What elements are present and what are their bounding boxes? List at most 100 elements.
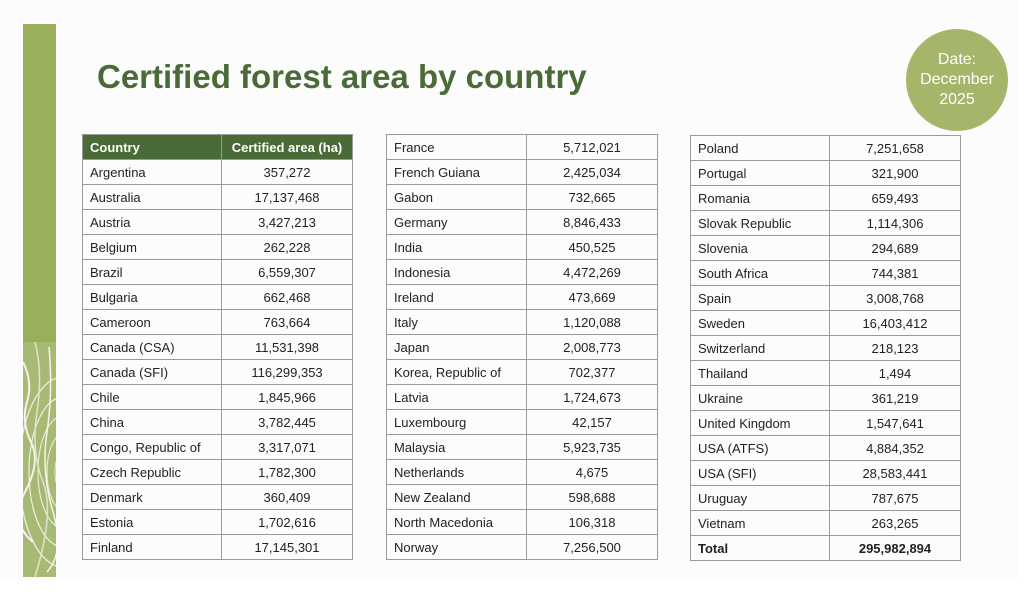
area-cell: 262,228 (221, 234, 353, 260)
area-cell: 357,272 (221, 159, 353, 185)
table-row: Ukraine 361,219 (690, 385, 961, 411)
country-cell: Vietnam (690, 510, 830, 536)
table-row: Latvia 1,724,673 (386, 384, 658, 410)
table-row: Argentina 357,272 (82, 159, 353, 185)
table-row: Luxembourg 42,157 (386, 409, 658, 435)
country-cell: Thailand (690, 360, 830, 386)
country-cell: Denmark (82, 484, 222, 510)
country-cell: Argentina (82, 159, 222, 185)
country-cell: South Africa (690, 260, 830, 286)
country-cell: Poland (690, 135, 830, 161)
area-cell: 6,559,307 (221, 259, 353, 285)
table-row: Austria 3,427,213 (82, 209, 353, 235)
table-row: Czech Republic 1,782,300 (82, 459, 353, 485)
wood-rings-icon (23, 342, 56, 577)
table-row: Slovenia 294,689 (690, 235, 961, 261)
table-row: China 3,782,445 (82, 409, 353, 435)
area-cell: 42,157 (526, 409, 658, 435)
country-cell: Romania (690, 185, 830, 211)
table-row: Korea, Republic of 702,377 (386, 359, 658, 385)
country-cell: Malaysia (386, 434, 527, 460)
table-row: Germany 8,846,433 (386, 209, 658, 235)
table-row: Belgium 262,228 (82, 234, 353, 260)
table-row: Australia 17,137,468 (82, 184, 353, 210)
area-cell: 3,427,213 (221, 209, 353, 235)
area-cell: 1,724,673 (526, 384, 658, 410)
table-row: Sweden 16,403,412 (690, 310, 961, 336)
date-label: Date: (937, 51, 977, 68)
country-cell: Indonesia (386, 259, 527, 285)
table-row: Finland 17,145,301 (82, 534, 353, 560)
table-row: New Zealand 598,688 (386, 484, 658, 510)
table-row: USA (SFI) 28,583,441 (690, 460, 961, 486)
area-cell: 4,884,352 (829, 435, 961, 461)
area-cell: 4,675 (526, 459, 658, 485)
area-cell: 1,114,306 (829, 210, 961, 236)
accent-bar (23, 24, 56, 342)
table-row: Indonesia 4,472,269 (386, 259, 658, 285)
country-cell: Uruguay (690, 485, 830, 511)
table-row: United Kingdom 1,547,641 (690, 410, 961, 436)
area-cell: 1,845,966 (221, 384, 353, 410)
country-cell: Congo, Republic of (82, 434, 222, 460)
table-row: Canada (CSA) 11,531,398 (82, 334, 353, 360)
header-area: Certified area (ha) (221, 134, 353, 160)
country-cell: Luxembourg (386, 409, 527, 435)
country-cell: Finland (82, 534, 222, 560)
area-cell: 3,008,768 (829, 285, 961, 311)
area-cell: 218,123 (829, 335, 961, 361)
country-cell: India (386, 234, 527, 260)
country-cell: Bulgaria (82, 284, 222, 310)
area-cell: 5,923,735 (526, 434, 658, 460)
area-cell: 321,900 (829, 160, 961, 186)
table-row: Slovak Republic 1,114,306 (690, 210, 961, 236)
total-row: Total 295,982,894 (690, 535, 961, 561)
area-cell: 702,377 (526, 359, 658, 385)
table-row: USA (ATFS) 4,884,352 (690, 435, 961, 461)
table-row: South Africa 744,381 (690, 260, 961, 286)
table-row: Spain 3,008,768 (690, 285, 961, 311)
table-row: Ireland 473,669 (386, 284, 658, 310)
header-country: Country (82, 134, 222, 160)
area-cell: 3,317,071 (221, 434, 353, 460)
total-value: 295,982,894 (829, 535, 961, 561)
area-cell: 106,318 (526, 509, 658, 535)
country-cell: North Macedonia (386, 509, 527, 535)
country-cell: Slovak Republic (690, 210, 830, 236)
country-cell: Sweden (690, 310, 830, 336)
table-row: Thailand 1,494 (690, 360, 961, 386)
forest-table-1: Country Certified area (ha) Argentina 357… (82, 134, 353, 560)
area-cell: 763,664 (221, 309, 353, 335)
date-badge: Date: December 2025 (906, 29, 1008, 131)
area-cell: 28,583,441 (829, 460, 961, 486)
area-cell: 473,669 (526, 284, 658, 310)
table-row: Norway 7,256,500 (386, 534, 658, 560)
country-cell: Brazil (82, 259, 222, 285)
area-cell: 16,403,412 (829, 310, 961, 336)
area-cell: 2,425,034 (526, 159, 658, 185)
table-row: Bulgaria 662,468 (82, 284, 353, 310)
table-row: Chile 1,845,966 (82, 384, 353, 410)
area-cell: 450,525 (526, 234, 658, 260)
country-cell: France (386, 134, 527, 160)
total-label: Total (690, 535, 830, 561)
country-cell: Canada (SFI) (82, 359, 222, 385)
country-cell: Ukraine (690, 385, 830, 411)
area-cell: 787,675 (829, 485, 961, 511)
area-cell: 598,688 (526, 484, 658, 510)
country-cell: Austria (82, 209, 222, 235)
area-cell: 7,251,658 (829, 135, 961, 161)
table-row: Poland 7,251,658 (690, 135, 961, 161)
table-row: France 5,712,021 (386, 134, 658, 160)
table-row: French Guiana 2,425,034 (386, 159, 658, 185)
country-cell: Netherlands (386, 459, 527, 485)
area-cell: 3,782,445 (221, 409, 353, 435)
area-cell: 659,493 (829, 185, 961, 211)
area-cell: 8,846,433 (526, 209, 658, 235)
table-row: India 450,525 (386, 234, 658, 260)
country-cell: Italy (386, 309, 527, 335)
country-cell: Norway (386, 534, 527, 560)
country-cell: Ireland (386, 284, 527, 310)
country-cell: China (82, 409, 222, 435)
table-row: Malaysia 5,923,735 (386, 434, 658, 460)
